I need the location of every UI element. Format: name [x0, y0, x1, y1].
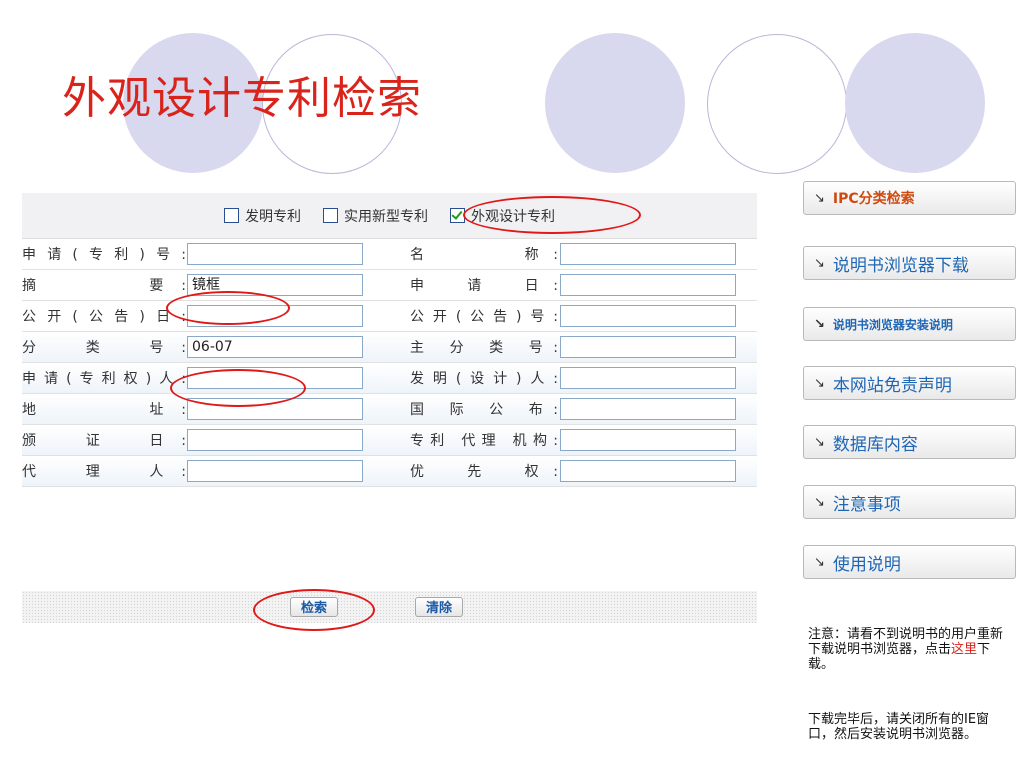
arrow-icon: ↘ — [814, 190, 825, 206]
arrow-icon: ↘ — [814, 255, 825, 271]
highlight-abstract — [166, 291, 290, 325]
decor-circle-4 — [707, 34, 847, 174]
highlight-search-button — [253, 589, 375, 631]
agency-input[interactable] — [560, 429, 736, 451]
install-note: 下载完毕后，请关闭所有的IE窗口，然后安装说明书浏览器。 — [808, 712, 990, 742]
page-title: 外观设计专利检索 — [62, 73, 422, 124]
form-row-6: 地 址: 国 际 公 布: — [22, 394, 757, 425]
intl-publication-input[interactable] — [560, 398, 736, 420]
checkbox-utility-model[interactable] — [323, 208, 338, 223]
nav-usage[interactable]: ↘ 使用说明 — [803, 545, 1016, 579]
label-name: 名 称: — [410, 247, 558, 263]
arrow-icon: ↘ — [814, 375, 825, 391]
name-input[interactable] — [560, 243, 736, 265]
label-main-classification: 主 分 类 号: — [410, 340, 558, 356]
label-application-no: 申请(专利)号: — [22, 247, 186, 263]
download-here-link[interactable]: 这里 — [951, 642, 977, 657]
label-intl-publication: 国 际 公 布: — [410, 402, 558, 418]
nav-browser-install[interactable]: ↘ 说明书浏览器安装说明 — [803, 307, 1016, 341]
nav-ipc-search[interactable]: ↘ IPC分类检索 — [803, 181, 1016, 215]
application-no-input[interactable] — [187, 243, 363, 265]
download-note: 注意：请看不到说明书的用户重新下载说明书浏览器，点击这里下载。 — [808, 627, 1004, 672]
priority-input[interactable] — [560, 460, 736, 482]
label-application-date: 申 请 日: — [410, 278, 558, 294]
label-grant-date: 颁 证 日: — [22, 433, 186, 449]
nav-browser-download[interactable]: ↘ 说明书浏览器下载 — [803, 246, 1016, 280]
form-row-4: 分 类 号: 06-07 主 分 类 号: — [22, 332, 757, 363]
nav-disclaimer[interactable]: ↘ 本网站免责声明 — [803, 366, 1016, 400]
decor-circle-5 — [845, 33, 985, 173]
checkbox-invention[interactable] — [224, 208, 239, 223]
label-publication-date: 公开(公告)日: — [22, 309, 186, 325]
application-date-input[interactable] — [560, 274, 736, 296]
label-agent: 代 理 人: — [22, 464, 186, 480]
highlight-design-type — [463, 196, 641, 234]
label-classification: 分 类 号: — [22, 340, 186, 356]
patent-type-selector: 发明专利 实用新型专利 外观设计专利 — [22, 193, 757, 239]
label-agency: 专利 代理 机构: — [410, 433, 558, 449]
arrow-icon: ↘ — [814, 434, 825, 450]
arrow-icon: ↘ — [814, 554, 825, 570]
clear-button[interactable]: 清除 — [415, 597, 464, 617]
main-classification-input[interactable] — [560, 336, 736, 358]
button-bar — [22, 591, 757, 623]
label-priority: 优 先 权: — [410, 464, 558, 480]
arrow-icon: ↘ — [814, 316, 825, 332]
form-row-5: 申请(专利权)人: 发明(设计)人: — [22, 363, 757, 394]
nav-database-content[interactable]: ↘ 数据库内容 — [803, 425, 1016, 459]
type-invention[interactable]: 发明专利 — [224, 206, 301, 226]
highlight-classification — [170, 369, 306, 407]
inventor-input[interactable] — [560, 367, 736, 389]
search-form: 发明专利 实用新型专利 外观设计专利 申请(专利)号: 名 称: 摘 要: 镜框… — [22, 193, 757, 487]
form-row-8: 代 理 人: 优 先 权: — [22, 456, 757, 487]
label-address: 地 址: — [22, 402, 186, 418]
form-row-7: 颁 证 日: 专利 代理 机构: — [22, 425, 757, 456]
nav-notes[interactable]: ↘ 注意事项 — [803, 485, 1016, 519]
type-utility-model[interactable]: 实用新型专利 — [323, 206, 428, 226]
classification-input[interactable]: 06-07 — [187, 336, 363, 358]
form-row-1: 申请(专利)号: 名 称: — [22, 239, 757, 270]
label-publication-no: 公开(公告)号: — [410, 309, 558, 325]
arrow-icon: ↘ — [814, 494, 825, 510]
agent-input[interactable] — [187, 460, 363, 482]
label-inventor: 发明(设计)人: — [410, 371, 558, 387]
form-row-2: 摘 要: 镜框 申 请 日: — [22, 270, 757, 301]
publication-no-input[interactable] — [560, 305, 736, 327]
decor-circle-3 — [545, 33, 685, 173]
label-abstract: 摘 要: — [22, 278, 186, 294]
grant-date-input[interactable] — [187, 429, 363, 451]
label-applicant: 申请(专利权)人: — [22, 371, 186, 387]
form-row-3: 公开(公告)日: 公开(公告)号: — [22, 301, 757, 332]
